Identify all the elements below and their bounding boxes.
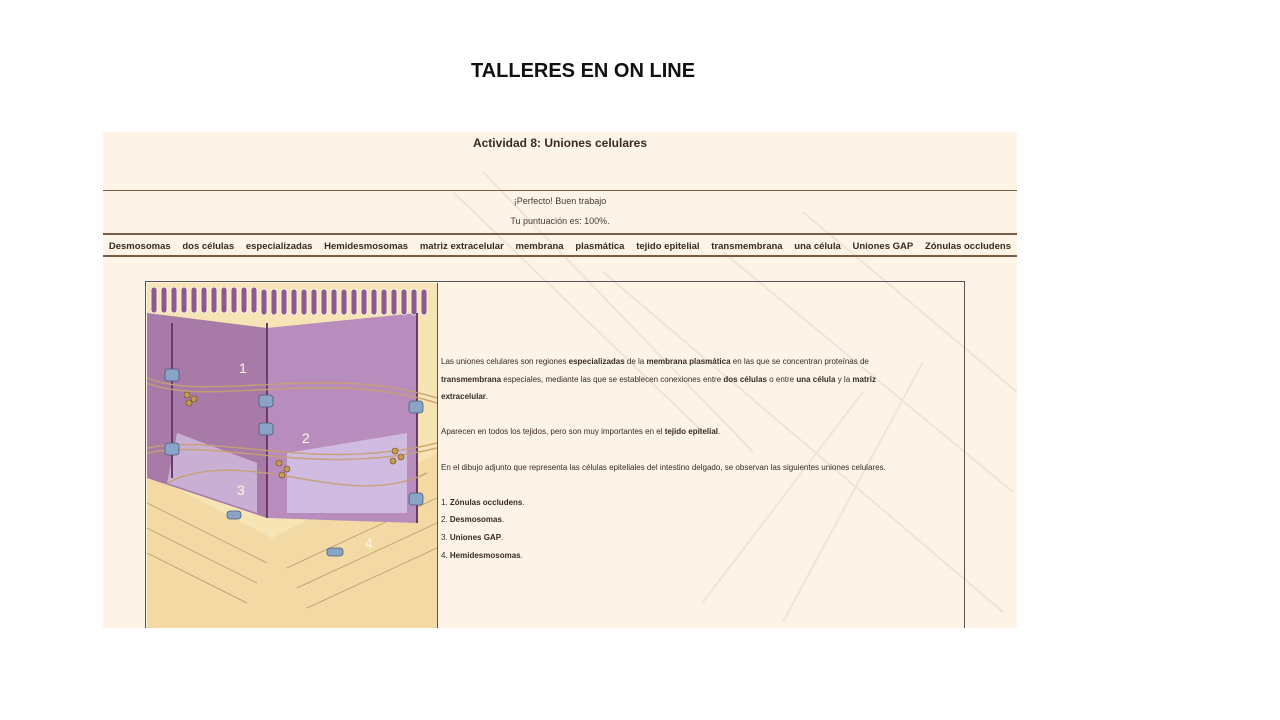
divider xyxy=(103,233,1017,235)
paragraph-1: Las uniones celulares son regiones espec… xyxy=(441,357,876,402)
word-hemidesmosomas[interactable]: Hemidesmosomas xyxy=(324,241,408,252)
word-desmosomas[interactable]: Desmosomas xyxy=(109,241,171,252)
paragraph-2: Aparecen en todos los tejidos, pero son … xyxy=(441,427,721,437)
label-2: 2 xyxy=(302,430,310,446)
list-item-3: 3. Uniones GAP. xyxy=(441,532,504,542)
word-matriz-extracelular[interactable]: matriz extracelular xyxy=(420,241,504,252)
list-item-4: 4. Hemidesmosomas. xyxy=(441,550,523,560)
list-item-2: 2. Desmosomas. xyxy=(441,515,505,525)
explanation-text: Las uniones celulares son regiones espec… xyxy=(441,353,961,564)
illustration-drawing: 1 2 3 4 xyxy=(147,283,437,628)
list-item-1: 1. Zónulas occludens. xyxy=(441,497,525,507)
word-una-celula[interactable]: una célula xyxy=(794,241,840,252)
divider xyxy=(103,190,1017,191)
word-membrana[interactable]: membrana xyxy=(516,241,564,252)
word-uniones-gap[interactable]: Uniones GAP xyxy=(853,241,914,252)
word-especializadas[interactable]: especializadas xyxy=(246,241,313,252)
word-transmembrana[interactable]: transmembrana xyxy=(711,241,782,252)
word-bank: Desmosomas dos células especializadas He… xyxy=(103,236,1017,256)
word-zonulas-occludens[interactable]: Zónulas occludens xyxy=(925,241,1011,252)
word-tejido-epitelial[interactable]: tejido epitelial xyxy=(636,241,699,252)
activity-panel: Actividad 8: Uniones celulares ¡Perfecto… xyxy=(103,132,1017,628)
slide-title: TALLERES EN ON LINE xyxy=(470,60,696,82)
paragraph-3: En el dibujo adjunto que representa las … xyxy=(441,462,886,472)
content-box: 1 2 3 4 Las uniones celulares son region… xyxy=(145,281,965,628)
divider xyxy=(103,255,1017,257)
label-1: 1 xyxy=(239,360,247,376)
activity-title: Actividad 8: Uniones celulares xyxy=(472,136,648,150)
word-dos-celulas[interactable]: dos células xyxy=(182,241,234,252)
word-plasmatica[interactable]: plasmática xyxy=(575,241,624,252)
label-3: 3 xyxy=(237,482,245,498)
cell-junctions-illustration: 1 2 3 4 xyxy=(147,283,438,628)
score-text: Tu puntuación es: 100%. xyxy=(510,216,610,226)
feedback-text: ¡Perfecto! Buen trabajo xyxy=(513,196,607,206)
label-4: 4 xyxy=(365,535,373,551)
